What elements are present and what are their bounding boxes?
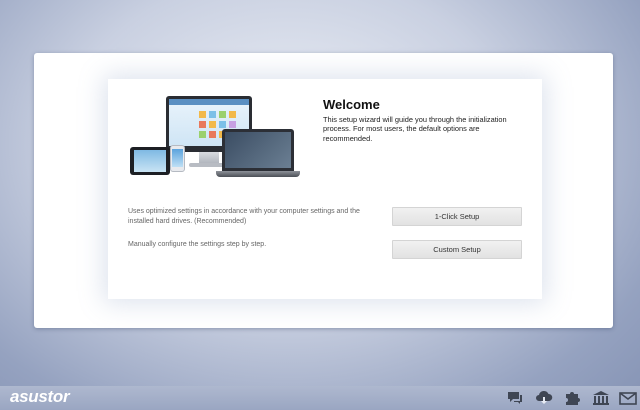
one-click-description: Uses optimized settings in accordance wi… (128, 208, 360, 225)
devices-illustration (96, 93, 301, 181)
mail-icon[interactable] (619, 390, 637, 406)
asustor-logo: asustor (10, 387, 70, 406)
one-click-setup-button[interactable]: 1-Click Setup (392, 207, 522, 226)
chat-icon[interactable] (506, 390, 524, 406)
laptop (222, 129, 294, 171)
welcome-description: This setup wizard will guide you through… (323, 115, 507, 143)
tablet (130, 147, 170, 175)
cloud-download-icon[interactable] (535, 390, 553, 406)
welcome-title: Welcome (323, 97, 380, 112)
footer-bar: asustor (0, 386, 640, 410)
puzzle-icon[interactable] (563, 390, 581, 406)
custom-setup-button[interactable]: Custom Setup (392, 240, 522, 259)
bank-icon[interactable] (592, 390, 610, 406)
phone (170, 145, 185, 172)
custom-setup-description: Manually configure the settings step by … (128, 241, 267, 248)
